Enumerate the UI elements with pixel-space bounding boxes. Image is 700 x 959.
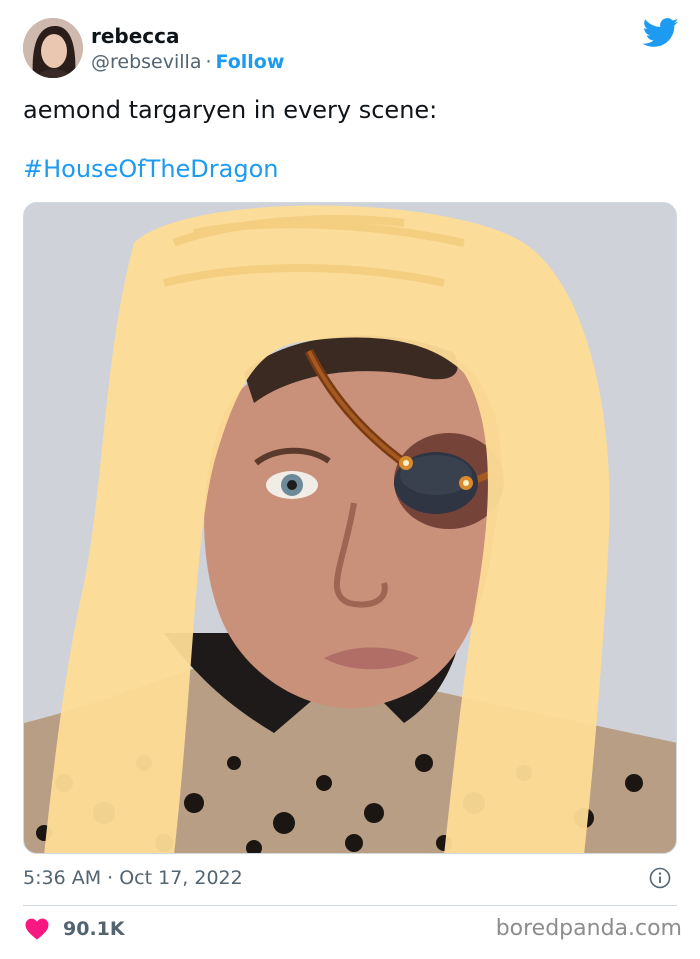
info-icon[interactable] xyxy=(649,867,671,889)
twitter-bird-icon[interactable] xyxy=(643,18,679,48)
hashtag-link[interactable]: #HouseOfTheDragon xyxy=(23,155,278,183)
avatar-image xyxy=(23,18,83,78)
author-avatar[interactable] xyxy=(23,18,83,78)
divider xyxy=(23,905,677,906)
meme-image xyxy=(24,203,676,853)
separator-dot: · xyxy=(205,51,212,73)
heart-icon[interactable] xyxy=(25,918,49,940)
tweet-text: aemond targaryen in every scene: xyxy=(23,96,438,124)
tweet-media[interactable] xyxy=(23,202,677,854)
like-count: 90.1K xyxy=(63,918,125,940)
like-row[interactable]: 90.1K xyxy=(25,918,125,940)
tweet-timestamp[interactable]: 5:36 AM · Oct 17, 2022 xyxy=(23,867,243,889)
watermark-text: boredpanda.com xyxy=(495,916,682,941)
follow-button[interactable]: Follow xyxy=(216,51,285,73)
author-handle[interactable]: @rebsevilla xyxy=(91,51,201,73)
handle-row: @rebsevilla · Follow xyxy=(91,51,284,73)
author-name[interactable]: rebecca xyxy=(91,24,180,48)
